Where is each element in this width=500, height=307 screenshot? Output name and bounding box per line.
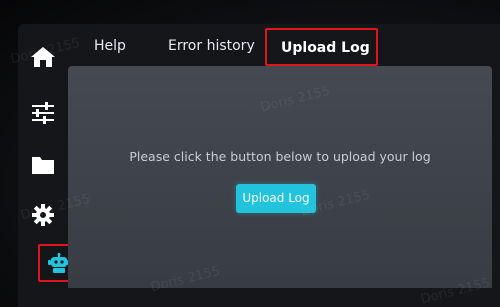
tab-upload-log[interactable]: Upload Log <box>265 28 378 66</box>
tab-help[interactable]: Help <box>94 28 126 66</box>
tab-error-history[interactable]: Error history <box>168 28 255 66</box>
gear-icon <box>32 204 54 226</box>
upload-log-button[interactable]: Upload Log <box>236 184 316 213</box>
home-icon <box>31 47 55 67</box>
sidebar-item-files[interactable] <box>26 148 60 182</box>
folder-icon <box>32 157 54 174</box>
content-panel: Please click the button below to upload … <box>68 66 492 288</box>
sidebar-item-settings-sliders[interactable] <box>26 96 60 130</box>
sidebar-item-home[interactable] <box>26 40 60 74</box>
sliders-icon <box>32 102 54 124</box>
robot-icon <box>48 253 70 273</box>
sidebar-item-system-settings[interactable] <box>26 198 60 232</box>
upload-instruction-text: Please click the button below to upload … <box>129 149 431 164</box>
